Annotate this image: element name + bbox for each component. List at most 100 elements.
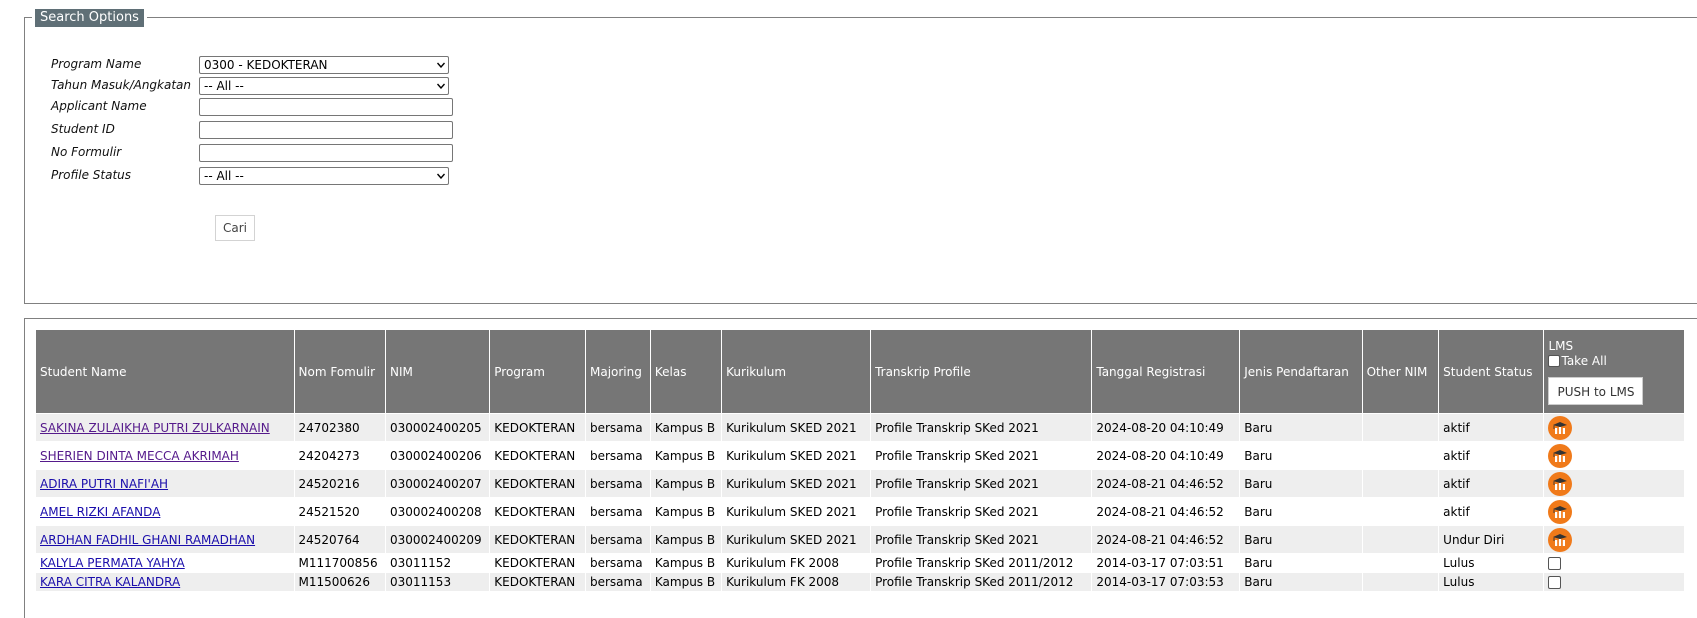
cell-kelas: Kampus B bbox=[649, 525, 723, 554]
table-row: KARA CITRA KALANDRA M11500626 03011153 KEDO… bbox=[35, 572, 1685, 592]
cell-kurikulum: Kurikulum SKED 2021 bbox=[721, 525, 872, 554]
applicant-name-input[interactable] bbox=[199, 98, 453, 116]
graduation-cap-icon bbox=[1553, 533, 1568, 546]
lms-row-checkbox[interactable] bbox=[1548, 576, 1562, 589]
column-header-other-nim: Other NIM bbox=[1361, 329, 1440, 414]
chevron-down-icon bbox=[437, 62, 445, 68]
cell-majoring: bersama bbox=[584, 441, 651, 470]
lms-row-checkbox[interactable] bbox=[1548, 557, 1562, 570]
cell-majoring: bersama bbox=[584, 413, 651, 442]
cell-formulir: M11500626 bbox=[293, 572, 387, 592]
cell-lms bbox=[1543, 413, 1685, 442]
cell-transkrip: Profile Transkrip SKed 2011/2012 bbox=[870, 553, 1093, 573]
cell-tanggal: 2014-03-17 07:03:51 bbox=[1091, 553, 1241, 573]
student-name-link[interactable]: SHERIEN DINTA MECCA AKRIMAH bbox=[40, 449, 239, 463]
cell-lms bbox=[1543, 525, 1685, 554]
cell-status: Undur Diri bbox=[1438, 525, 1545, 554]
program-name-select[interactable]: 0300 - KEDOKTERAN bbox=[199, 56, 449, 74]
program-name-label: Program Name bbox=[51, 57, 142, 71]
graduation-cap-icon bbox=[1553, 421, 1568, 434]
moodle-lms-icon[interactable] bbox=[1548, 443, 1573, 468]
cell-program: KEDOKTERAN bbox=[489, 497, 586, 526]
column-header-nom-fomulir: Nom Fomulir bbox=[293, 329, 387, 414]
cell-status: Lulus bbox=[1438, 572, 1545, 592]
moodle-lms-icon[interactable] bbox=[1548, 415, 1573, 440]
cell-majoring: bersama bbox=[584, 553, 651, 573]
column-header-student-name: Student Name bbox=[35, 329, 295, 414]
table-row: SAKINA ZULAIKHA PUTRI ZULKARNAIN 24702380… bbox=[35, 413, 1685, 442]
cell-student-name: AMEL RIZKI AFANDA bbox=[35, 497, 295, 526]
cell-student-name: ADIRA PUTRI NAFI'AH bbox=[35, 469, 295, 498]
cell-nim: 030002400205 bbox=[384, 413, 491, 442]
moodle-lms-icon[interactable] bbox=[1548, 527, 1573, 552]
chevron-down-icon bbox=[437, 173, 445, 179]
cell-majoring: bersama bbox=[584, 525, 651, 554]
cell-status: Lulus bbox=[1438, 553, 1545, 573]
cell-kelas: Kampus B bbox=[649, 572, 723, 592]
table-header-row: Student Name Nom Fomulir NIM Program Majorin… bbox=[35, 329, 1685, 414]
cell-tanggal: 2024-08-21 04:46:52 bbox=[1091, 469, 1241, 498]
take-all-checkbox[interactable] bbox=[1548, 355, 1561, 367]
cell-jenis: Baru bbox=[1239, 469, 1363, 498]
moodle-lms-icon[interactable] bbox=[1548, 471, 1573, 496]
cell-transkrip: Profile Transkrip SKed 2021 bbox=[870, 525, 1093, 554]
cell-other-nim bbox=[1361, 441, 1440, 470]
cell-program: KEDOKTERAN bbox=[489, 525, 586, 554]
student-name-link[interactable]: KALYLA PERMATA YAHYA bbox=[40, 556, 185, 570]
tahun-masuk-select[interactable]: -- All -- bbox=[199, 77, 449, 95]
cell-kurikulum: Kurikulum SKED 2021 bbox=[721, 413, 872, 442]
take-all-label: Take All bbox=[1561, 353, 1607, 368]
cell-transkrip: Profile Transkrip SKed 2021 bbox=[870, 497, 1093, 526]
tahun-masuk-label: Tahun Masuk/Angkatan bbox=[51, 78, 192, 92]
moodle-lms-icon[interactable] bbox=[1548, 499, 1573, 524]
column-header-majoring: Majoring bbox=[584, 329, 651, 414]
table-row: ARDHAN FADHIL GHANI RAMADHAN 24520764 0300… bbox=[35, 525, 1685, 554]
column-header-jenis-pendaftaran: Jenis Pendaftaran bbox=[1239, 329, 1363, 414]
program-name-value: 0300 - KEDOKTERAN bbox=[204, 58, 328, 72]
cell-lms bbox=[1543, 553, 1685, 573]
student-id-input[interactable] bbox=[199, 121, 453, 139]
cell-tanggal: 2024-08-20 04:10:49 bbox=[1091, 413, 1241, 442]
graduation-cap-icon bbox=[1553, 505, 1568, 518]
cell-program: KEDOKTERAN bbox=[489, 553, 586, 573]
table-body: SAKINA ZULAIKHA PUTRI ZULKARNAIN 24702380… bbox=[35, 413, 1685, 592]
column-header-tanggal-registrasi: Tanggal Registrasi bbox=[1091, 329, 1241, 414]
profile-status-select[interactable]: -- All -- bbox=[199, 167, 449, 185]
cell-jenis: Baru bbox=[1239, 441, 1363, 470]
cell-kelas: Kampus B bbox=[649, 413, 723, 442]
cell-tanggal: 2024-08-20 04:10:49 bbox=[1091, 441, 1241, 470]
cell-transkrip: Profile Transkrip SKed 2021 bbox=[870, 441, 1093, 470]
push-to-lms-button[interactable]: PUSH to LMS bbox=[1548, 376, 1644, 405]
student-name-link[interactable]: SAKINA ZULAIKHA PUTRI ZULKARNAIN bbox=[40, 421, 270, 435]
cell-kurikulum: Kurikulum FK 2008 bbox=[721, 572, 872, 592]
student-name-link[interactable]: AMEL RIZKI AFANDA bbox=[40, 505, 160, 519]
cell-nim: 030002400209 bbox=[384, 525, 491, 554]
column-header-student-status: Student Status bbox=[1438, 329, 1545, 414]
cell-kelas: Kampus B bbox=[649, 441, 723, 470]
cell-kelas: Kampus B bbox=[649, 497, 723, 526]
column-header-transkrip-profile: Transkrip Profile bbox=[870, 329, 1093, 414]
cell-nim: 030002400206 bbox=[384, 441, 491, 470]
cell-lms bbox=[1543, 469, 1685, 498]
student-name-link[interactable]: ARDHAN FADHIL GHANI RAMADHAN bbox=[40, 533, 255, 547]
search-submit-button[interactable]: Cari bbox=[215, 215, 255, 241]
cell-jenis: Baru bbox=[1239, 525, 1363, 554]
column-header-kurikulum: Kurikulum bbox=[721, 329, 872, 414]
no-formulir-label: No Formulir bbox=[51, 145, 122, 159]
table-row: SHERIEN DINTA MECCA AKRIMAH 24204273 03000… bbox=[35, 441, 1685, 470]
cell-tanggal: 2014-03-17 07:03:53 bbox=[1091, 572, 1241, 592]
table-row: ADIRA PUTRI NAFI'AH 24520216 030002400207 K… bbox=[35, 469, 1685, 498]
cell-kelas: Kampus B bbox=[649, 469, 723, 498]
student-name-link[interactable]: ADIRA PUTRI NAFI'AH bbox=[40, 477, 168, 491]
search-options-legend: Search Options bbox=[32, 6, 147, 30]
cell-student-name: KALYLA PERMATA YAHYA bbox=[35, 553, 295, 573]
cell-nim: 030002400207 bbox=[384, 469, 491, 498]
table-row: AMEL RIZKI AFANDA 24521520 030002400208 KED… bbox=[35, 497, 1685, 526]
cell-formulir: 24520216 bbox=[293, 469, 387, 498]
student-name-link[interactable]: KARA CITRA KALANDRA bbox=[40, 575, 180, 589]
cell-nim: 03011153 bbox=[384, 572, 491, 592]
no-formulir-input[interactable] bbox=[199, 144, 453, 162]
cell-program: KEDOKTERAN bbox=[489, 413, 586, 442]
cell-other-nim bbox=[1361, 413, 1440, 442]
cell-program: KEDOKTERAN bbox=[489, 441, 586, 470]
